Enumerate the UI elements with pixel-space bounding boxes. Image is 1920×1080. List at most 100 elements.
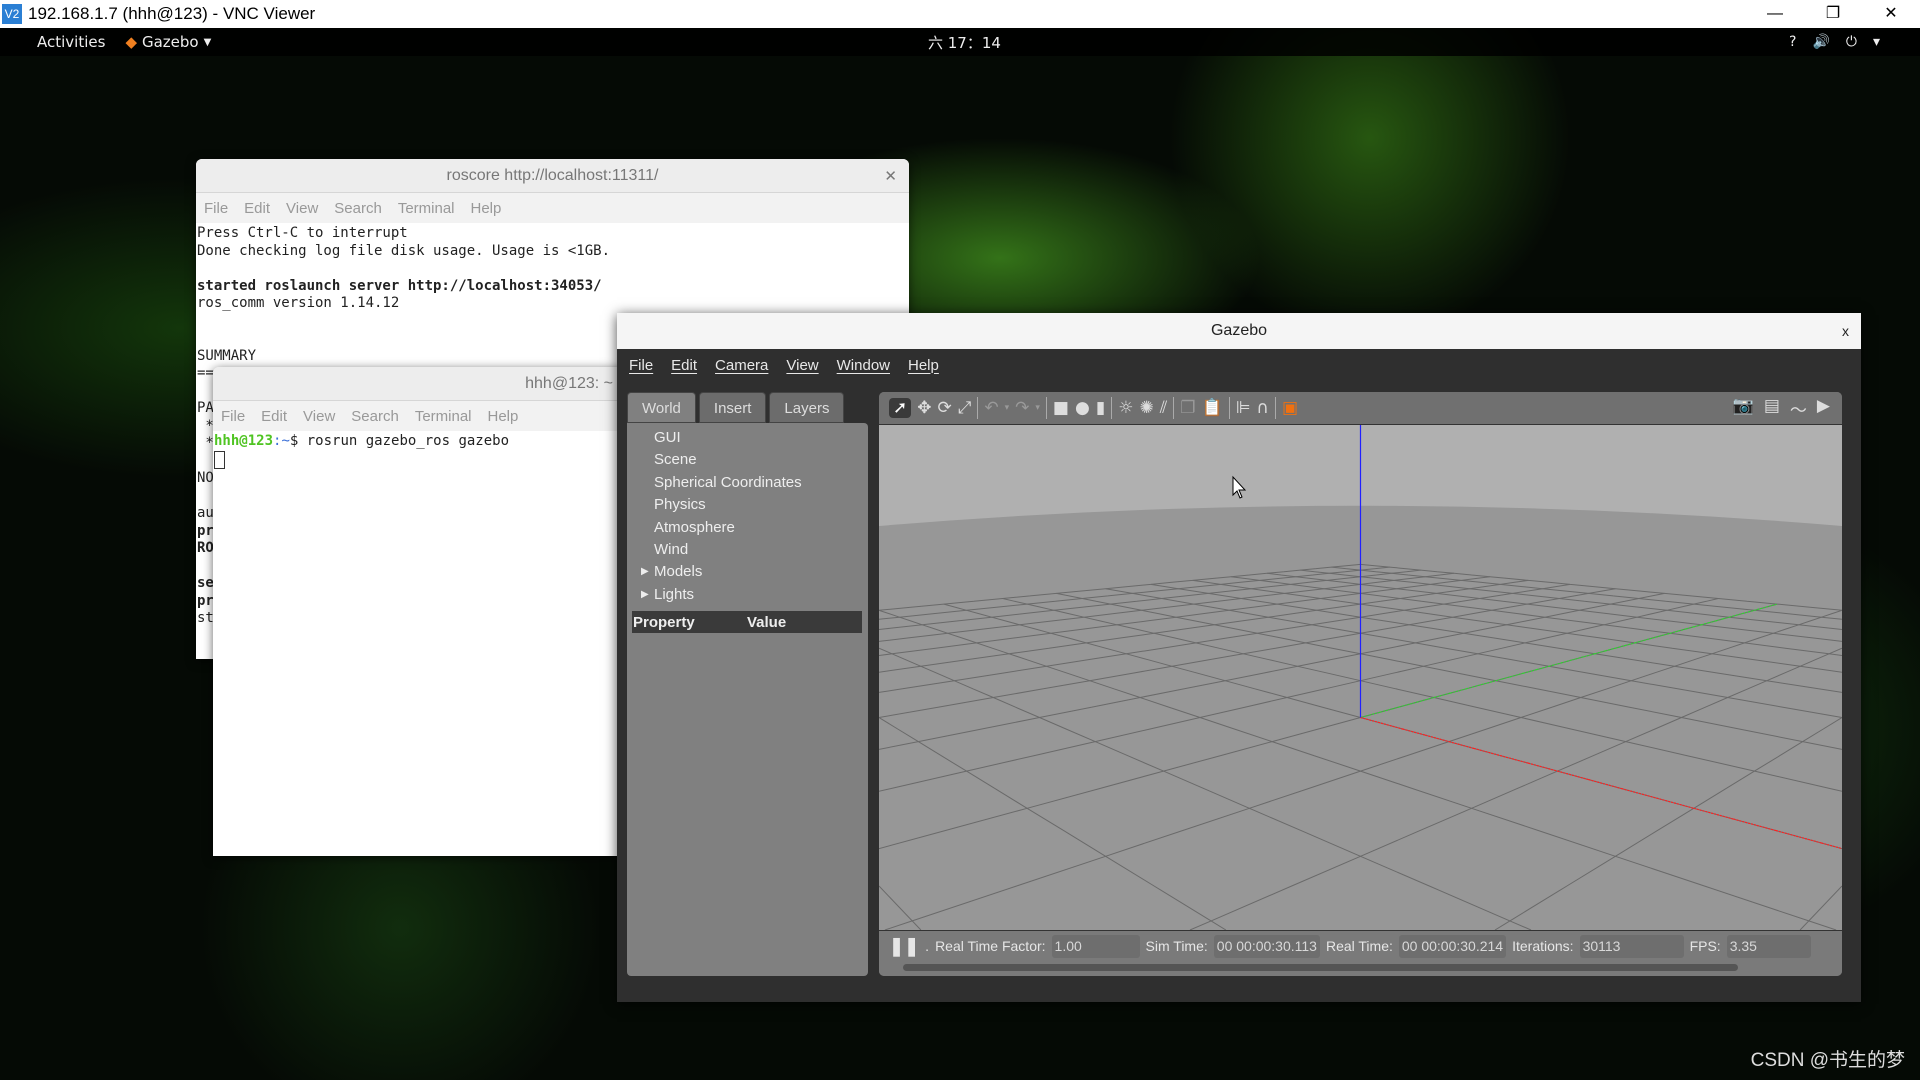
expand-arrow-icon[interactable]: ▶ — [641, 584, 649, 606]
menu-edit[interactable]: Edit — [261, 408, 287, 425]
status-bar: ❚❚ . Real Time Factor: 1.00 Sim Time: 00… — [879, 930, 1842, 976]
view-angle-icon[interactable]: ▣ — [1282, 398, 1298, 418]
power-icon: ⏻ — [1845, 34, 1857, 50]
output-line: ros_comm version 1.14.12 — [197, 295, 400, 311]
minimize-button[interactable]: — — [1746, 0, 1804, 28]
directional-light-icon[interactable]: ⫽ — [1160, 398, 1168, 418]
point-light-icon[interactable]: ☼ — [1118, 398, 1133, 418]
paste-icon[interactable]: 📋 — [1202, 398, 1223, 418]
app-menu-label: Gazebo — [141, 33, 199, 51]
translate-mode-icon[interactable]: ✥ — [917, 398, 931, 418]
menu-view[interactable]: View — [303, 408, 335, 425]
activities-button[interactable]: Activities — [37, 33, 105, 51]
tree-item-wind[interactable]: Wind — [627, 539, 868, 561]
tab-insert[interactable]: Insert — [698, 392, 767, 423]
tree-item-spherical-coordinates[interactable]: Spherical Coordinates — [627, 472, 868, 494]
rotate-mode-icon[interactable]: ⟳ — [938, 398, 952, 418]
3d-scene-viewport[interactable] — [879, 425, 1842, 930]
scale-mode-icon[interactable]: ⤢ — [958, 398, 972, 418]
clock[interactable]: 六 17：14 — [928, 32, 1001, 53]
gazebo-window[interactable]: Gazebo x File Edit Camera View Window Help Wor… — [617, 313, 1861, 1002]
tree-item-models[interactable]: ▶ Models — [627, 561, 868, 583]
fps-label: FPS: — [1689, 938, 1721, 954]
title-bar[interactable]: hhh@123: ~ — [213, 367, 633, 401]
tab-world[interactable]: World — [627, 392, 696, 423]
menu-edit[interactable]: Edit — [671, 357, 697, 374]
menu-view[interactable]: View — [786, 357, 818, 374]
output-line: se — [197, 575, 214, 591]
world-tree[interactable]: GUI Scene Spherical Coordinates Physics Atmo… — [627, 427, 868, 606]
menu-bar: File Edit Camera View Window Help — [617, 349, 1861, 381]
chevron-down-icon: ▾ — [1872, 34, 1880, 50]
tree-item-scene[interactable]: Scene — [627, 449, 868, 471]
property-column-header: Property — [633, 613, 695, 631]
shell-terminal-window[interactable]: hhh@123: ~ File Edit View Search Terminal Hel… — [213, 367, 633, 856]
menu-camera[interactable]: Camera — [715, 357, 768, 374]
prompt-path: :~ — [273, 433, 290, 449]
prompt-user: hhh@123 — [214, 433, 274, 449]
title-bar[interactable]: roscore http://localhost:11311/ ✕ — [196, 159, 909, 193]
expand-arrow-icon[interactable]: ▶ — [641, 561, 649, 583]
terminal-output[interactable]: hhh@123:~$ rosrun gazebo_ros gazebo — [213, 431, 633, 469]
menu-help[interactable]: Help — [488, 408, 519, 425]
chevron-down-icon[interactable]: ▾ — [1005, 403, 1010, 413]
spot-light-icon[interactable]: ✺ — [1139, 398, 1153, 418]
menu-file[interactable]: File — [204, 200, 228, 217]
gazebo-icon: ◆ — [125, 33, 137, 51]
menu-help[interactable]: Help — [908, 357, 939, 374]
output-line: st — [197, 610, 214, 626]
close-button[interactable]: x — [1842, 323, 1849, 339]
screenshot-camera-icon[interactable]: 📷 — [1733, 396, 1754, 421]
select-mode-icon[interactable]: ➚ — [889, 398, 912, 418]
close-icon[interactable]: ✕ — [884, 167, 897, 185]
output-line: started roslaunch server http://localhos… — [197, 277, 602, 294]
pause-button[interactable]: ❚❚ — [889, 936, 919, 957]
chevron-down-icon[interactable]: ▾ — [1035, 403, 1040, 413]
log-icon[interactable]: ▤ — [1764, 396, 1780, 421]
align-icon[interactable]: ⊫ — [1236, 398, 1251, 418]
app-menu-button[interactable]: ◆ Gazebo ▼ — [125, 33, 211, 51]
fps-value: 3.35 — [1726, 934, 1811, 958]
output-line: Done checking log file disk usage. Usage… — [197, 242, 611, 259]
cylinder-shape-icon[interactable]: ▮ — [1096, 398, 1105, 418]
video-record-icon[interactable]: ▶ — [1817, 396, 1830, 421]
tree-item-gui[interactable]: GUI — [627, 427, 868, 449]
output-line: * — [197, 417, 214, 434]
title-bar[interactable]: Gazebo x — [617, 313, 1861, 349]
horizontal-scrollbar[interactable] — [903, 964, 1738, 971]
redo-icon[interactable]: ↷ — [1015, 398, 1029, 418]
menu-terminal[interactable]: Terminal — [398, 200, 455, 217]
output-line: * — [197, 435, 214, 451]
menu-window[interactable]: Window — [837, 357, 890, 374]
tree-item-lights[interactable]: ▶ Lights — [627, 584, 868, 606]
output-line: == — [197, 365, 214, 381]
close-button[interactable]: ✕ — [1862, 0, 1920, 28]
menu-search[interactable]: Search — [351, 408, 399, 425]
tree-item-label: Scene — [654, 451, 697, 469]
box-shape-icon[interactable]: ■ — [1053, 398, 1069, 418]
menu-help[interactable]: Help — [471, 200, 502, 217]
menu-search[interactable]: Search — [334, 200, 382, 217]
menu-edit[interactable]: Edit — [244, 200, 270, 217]
restore-button[interactable]: ❐ — [1804, 0, 1862, 28]
undo-icon[interactable]: ↶ — [984, 398, 998, 418]
system-tray[interactable]: ? 🔊 ⏻ ▾ — [1789, 34, 1880, 50]
tab-layers[interactable]: Layers — [769, 392, 845, 423]
step-button[interactable]: . — [925, 938, 929, 954]
tree-item-atmosphere[interactable]: Atmosphere — [627, 517, 868, 539]
menu-terminal[interactable]: Terminal — [415, 408, 472, 425]
real-time-label: Real Time: — [1325, 938, 1393, 954]
copy-icon[interactable]: ❐ — [1180, 398, 1195, 418]
prompt-symbol: $ — [289, 433, 307, 449]
menu-file[interactable]: File — [629, 357, 653, 374]
snap-magnet-icon[interactable]: ∩ — [1257, 398, 1269, 418]
left-panel: World Insert Layers GUI Scene Spherical Coor… — [627, 392, 868, 976]
value-column-header: Value — [747, 613, 787, 631]
menu-view[interactable]: View — [286, 200, 318, 217]
tree-item-physics[interactable]: Physics — [627, 494, 868, 516]
plot-icon[interactable]: 〜 — [1790, 396, 1807, 421]
menu-file[interactable]: File — [221, 408, 245, 425]
output-line: pr — [197, 522, 214, 539]
property-table-header: Property Value — [632, 611, 862, 634]
sphere-shape-icon[interactable]: ● — [1075, 398, 1090, 418]
